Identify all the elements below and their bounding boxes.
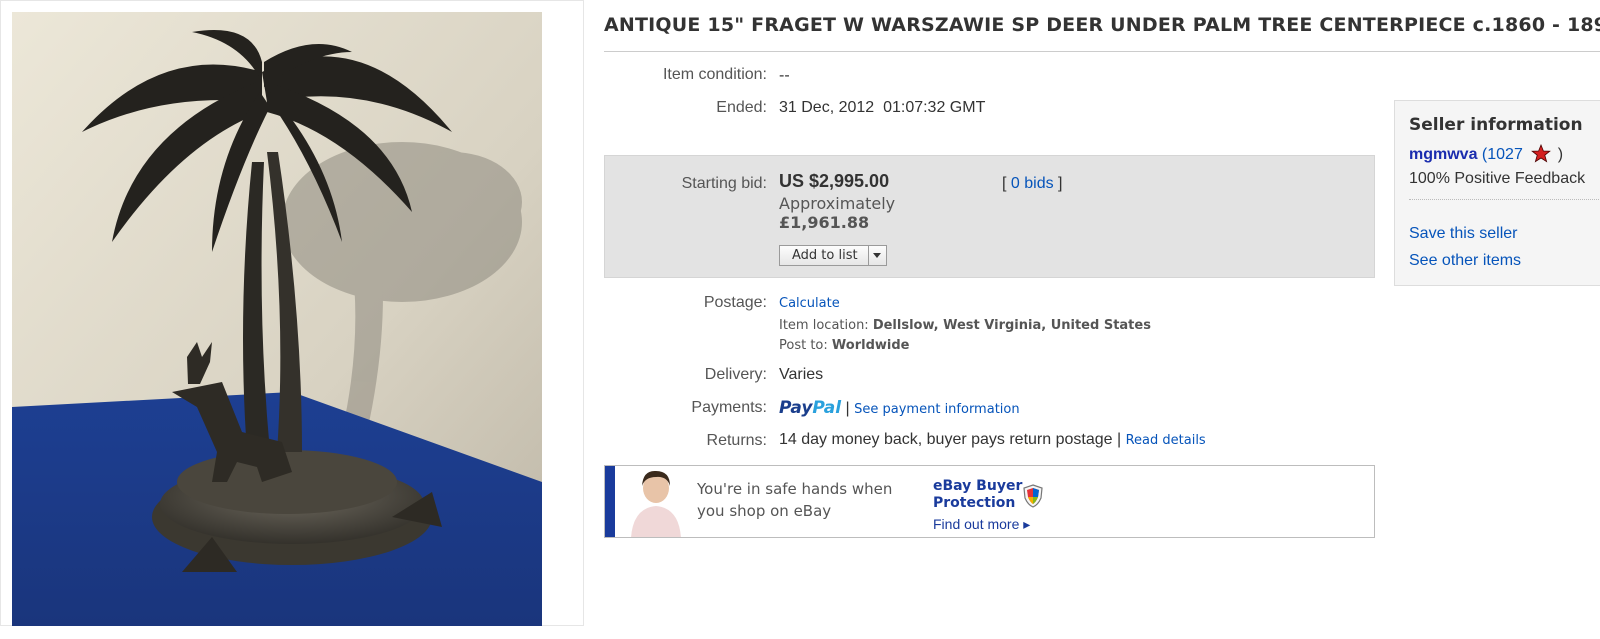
star-icon bbox=[1531, 144, 1552, 163]
seller-divider bbox=[1409, 199, 1600, 200]
seller-info-panel: Seller information mgmwva (1027 ) 100% P… bbox=[1394, 100, 1600, 286]
save-seller-link[interactable]: Save this seller bbox=[1409, 225, 1518, 243]
listing-title: ANTIQUE 15" FRAGET W WARSZAWIE SP DEER U… bbox=[604, 14, 1600, 36]
bids-open: [ bbox=[1002, 175, 1011, 192]
bid-count: [ 0 bids ] bbox=[1002, 175, 1062, 193]
item-location: Item location: Dellslow, West Virginia, … bbox=[779, 318, 1151, 333]
payments-separator: | bbox=[845, 400, 850, 417]
positive-feedback: 100% Positive Feedback bbox=[1409, 170, 1586, 187]
banner-accent-bar bbox=[605, 466, 615, 537]
approx-value: £1,961.88 bbox=[779, 213, 870, 232]
buyer-protection-title: eBay Buyer Protection bbox=[933, 478, 1023, 511]
starting-bid-label: Starting bid: bbox=[681, 175, 767, 192]
condition-label: Item condition: bbox=[662, 66, 767, 83]
ended-label: Ended: bbox=[716, 99, 767, 116]
condition-value: -- bbox=[779, 67, 790, 84]
post-to-value: Worldwide bbox=[831, 338, 910, 353]
paypal-logo: PayPal bbox=[779, 398, 842, 418]
post-to: Post to: Worldwide bbox=[779, 338, 909, 353]
score-close: ) bbox=[1557, 146, 1564, 163]
feedback-score-link[interactable]: 1027 bbox=[1487, 146, 1523, 163]
person-image bbox=[631, 470, 681, 537]
item-location-label: Item location: bbox=[779, 318, 869, 333]
payments-value: PayPal | See payment information bbox=[779, 398, 1020, 418]
bids-close: ] bbox=[1053, 175, 1063, 192]
add-to-list-button[interactable]: Add to list bbox=[779, 245, 887, 266]
ended-value: 31 Dec, 2012 01:07:32 GMT bbox=[779, 99, 986, 116]
add-to-list-label[interactable]: Add to list bbox=[780, 246, 868, 265]
returns-value: 14 day money back, buyer pays return pos… bbox=[779, 431, 1206, 449]
returns-label: Returns: bbox=[706, 432, 767, 449]
banner-text: You're in safe hands when you shop on eB… bbox=[697, 480, 893, 520]
postage-label: Postage: bbox=[703, 294, 767, 311]
bid-panel bbox=[604, 155, 1375, 278]
buyer-protection-banner[interactable]: You're in safe hands when you shop on eB… bbox=[604, 465, 1375, 538]
seller-info-heading: Seller information bbox=[1409, 115, 1583, 135]
see-other-items-link[interactable]: See other items bbox=[1409, 252, 1521, 270]
title-divider bbox=[604, 51, 1600, 52]
item-photo[interactable] bbox=[12, 12, 542, 626]
delivery-label: Delivery: bbox=[704, 366, 767, 383]
shield-icon bbox=[1023, 484, 1043, 508]
postage-calculate-link[interactable]: Calculate bbox=[779, 296, 840, 311]
returns-text: 14 day money back, buyer pays return pos… bbox=[779, 431, 1122, 448]
seller-username-link[interactable]: mgmwva bbox=[1409, 146, 1477, 163]
chevron-down-icon bbox=[873, 253, 882, 258]
starting-bid-price: US $2,995.00 bbox=[779, 171, 890, 191]
photo-frame bbox=[0, 0, 584, 626]
approx-label: Approximately bbox=[779, 194, 896, 213]
find-out-more-link[interactable]: Find out more ▸ bbox=[933, 516, 1030, 533]
returns-details-link[interactable]: Read details bbox=[1126, 433, 1206, 448]
delivery-value: Varies bbox=[779, 366, 824, 383]
post-to-label: Post to: bbox=[779, 338, 828, 353]
payments-label: Payments: bbox=[691, 399, 767, 416]
add-to-list-dropdown[interactable] bbox=[867, 246, 886, 265]
payment-info-link[interactable]: See payment information bbox=[854, 402, 1019, 417]
seller-identity: mgmwva (1027 ) bbox=[1409, 144, 1563, 164]
bids-link[interactable]: 0 bids bbox=[1011, 175, 1054, 192]
item-location-value: Dellslow, West Virginia, United States bbox=[872, 318, 1151, 333]
